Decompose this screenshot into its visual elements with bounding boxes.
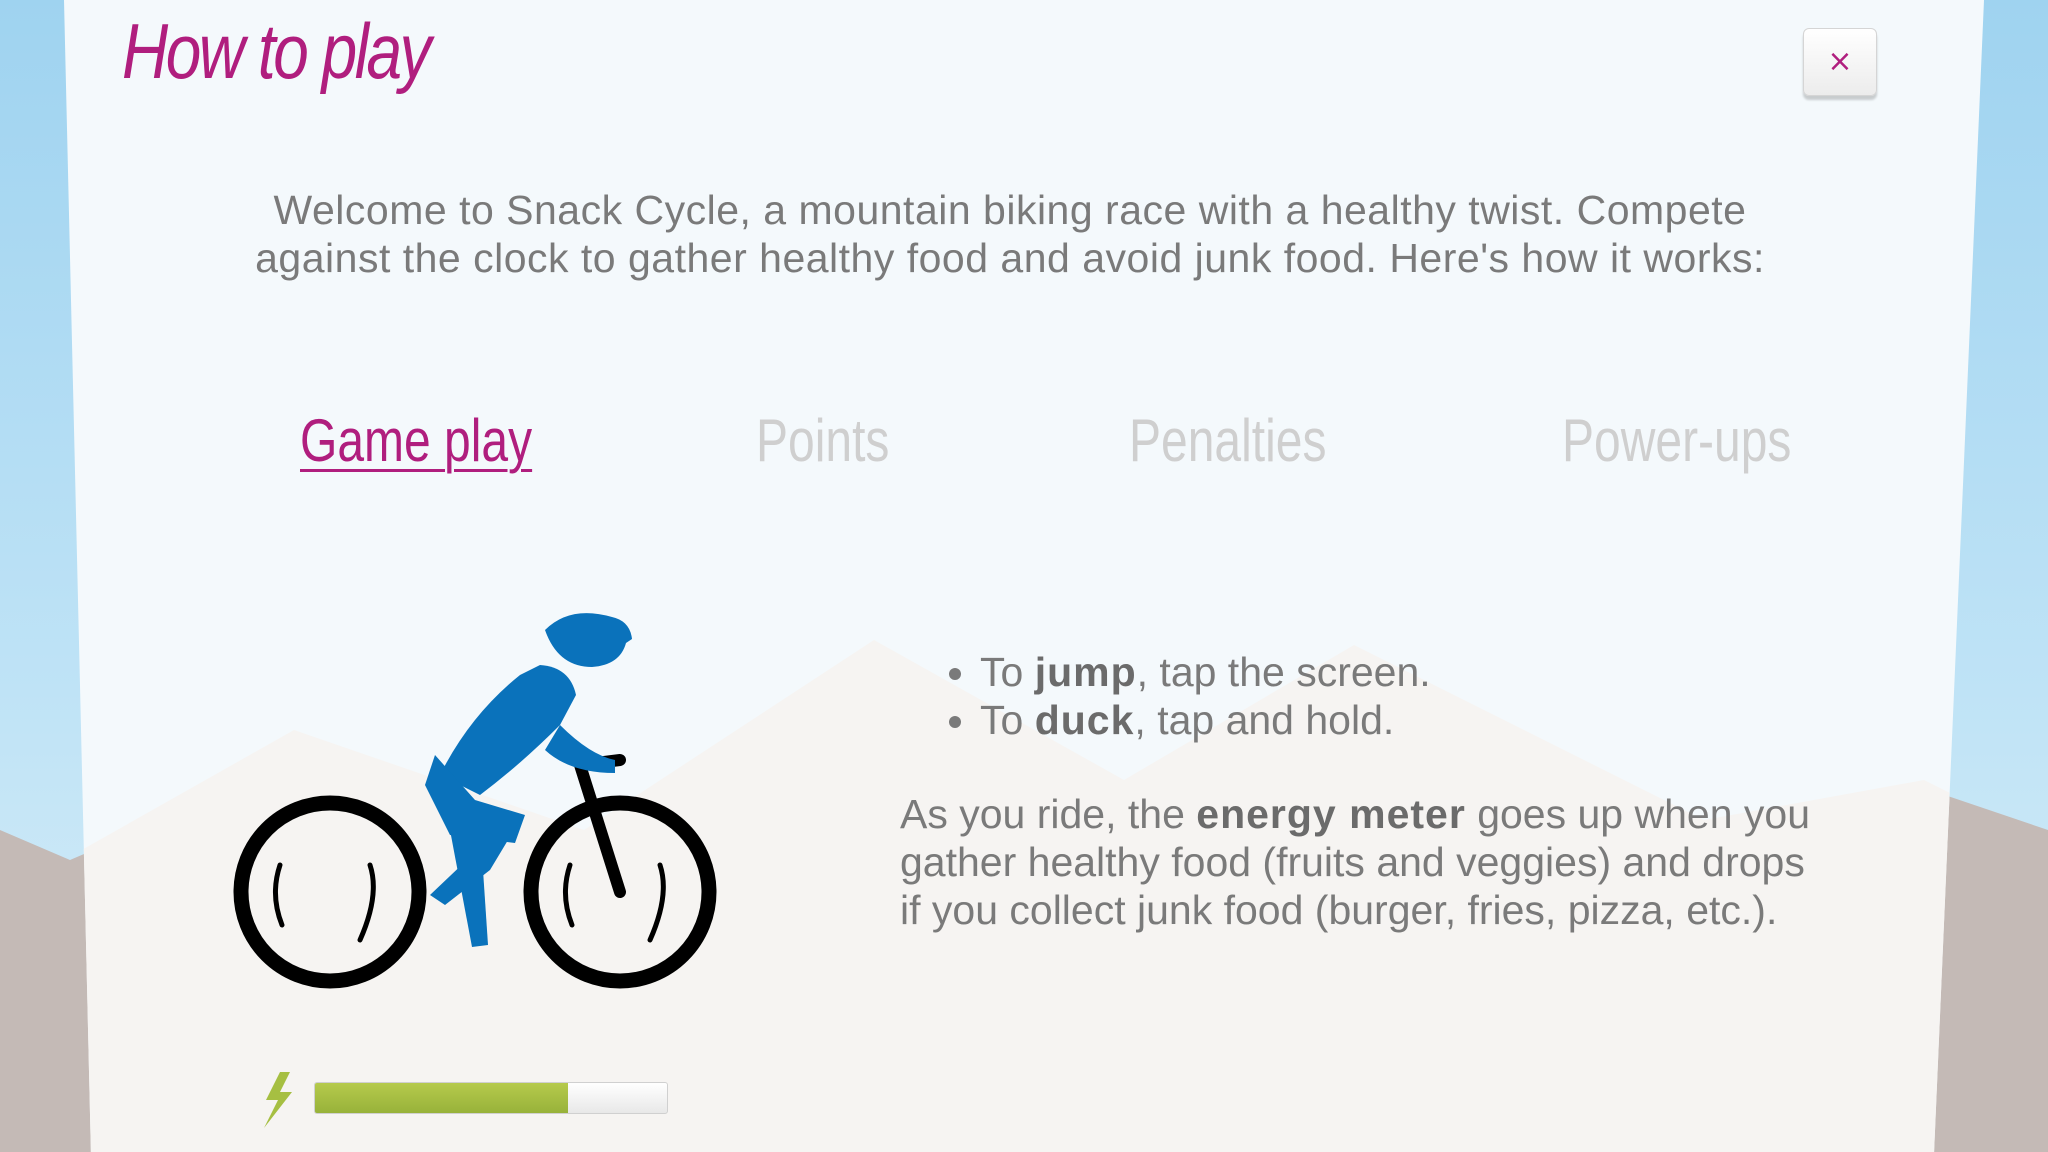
tab-points[interactable]: Points [756, 406, 889, 475]
intro-text: Welcome to Snack Cycle, a mountain bikin… [255, 187, 1765, 281]
energy-meter-fill [315, 1083, 569, 1113]
game-background: How to play × Welcome to Snack Cycle, a … [0, 0, 2048, 1152]
list-item: To jump, tap the screen. [980, 648, 1431, 696]
energy-meter [314, 1082, 668, 1114]
list-item: To duck, tap and hold. [980, 696, 1431, 744]
energy-meter-description: As you ride, the energy meter goes up wh… [900, 791, 1810, 933]
tab-penalties[interactable]: Penalties [1129, 406, 1326, 475]
close-button[interactable]: × [1803, 28, 1877, 96]
page-title: How to play [122, 7, 432, 95]
close-icon: × [1827, 44, 1853, 79]
tab-power-ups[interactable]: Power-ups [1562, 406, 1791, 475]
tab-game-play[interactable]: Game play [300, 406, 532, 475]
cyclist-icon [233, 613, 717, 989]
lightning-bolt-icon [264, 1072, 292, 1128]
controls-list: To jump, tap the screen. To duck, tap an… [940, 648, 1431, 744]
